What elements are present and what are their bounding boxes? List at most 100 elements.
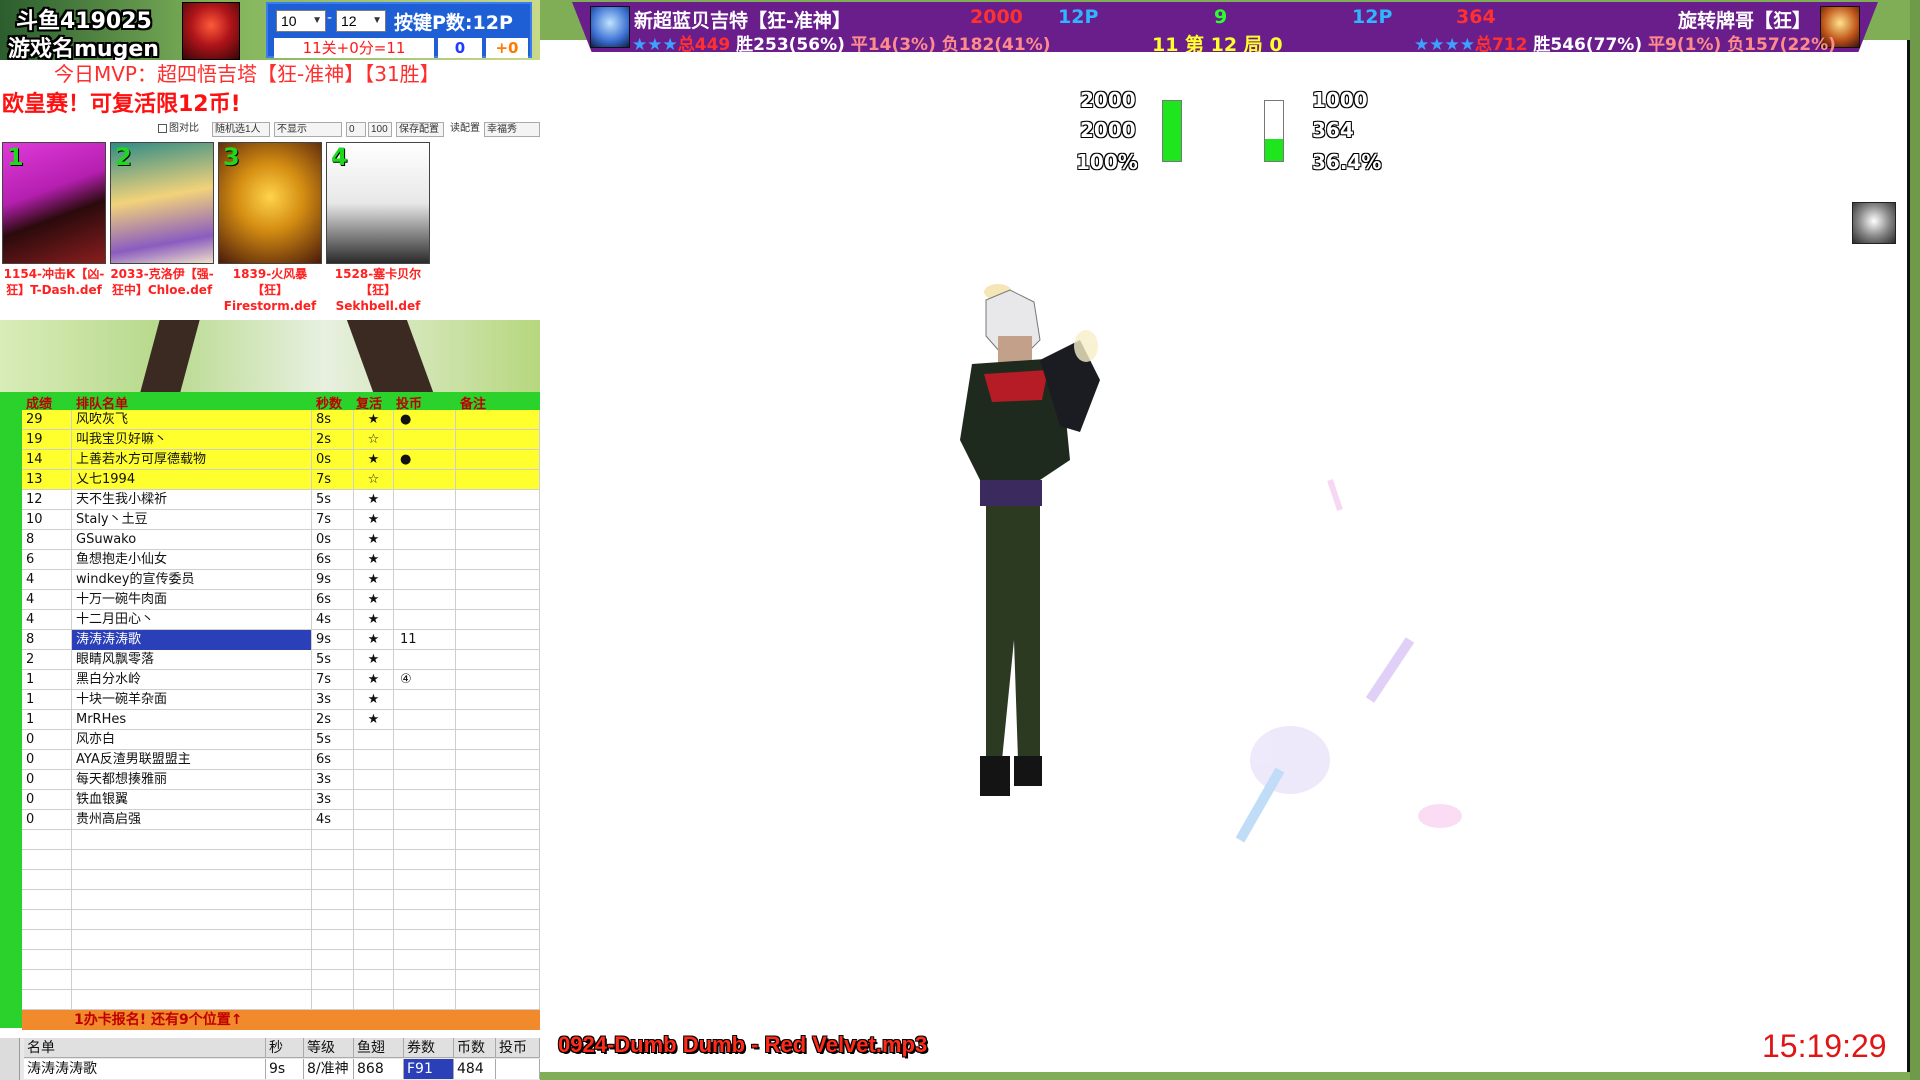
table-row[interactable]: 19 叫我宝贝好嘛丶 2s ☆ [22,430,540,450]
character-card[interactable]: 4 1528-塞卡贝尔【狂】Sekhbell.def [326,142,430,314]
queue-note [456,410,540,430]
empty-cell [354,950,394,970]
table-row[interactable]: 8 涛涛涛涛歌 9s ★ 11 [22,630,540,650]
queue-sec: 3s [312,690,354,710]
character-card[interactable]: 2 2033-克洛伊【强-狂中】Chloe.def [110,142,214,298]
queue-note [456,590,540,610]
queue-revive: ★ [354,550,394,570]
opponent-thumbnail [1852,202,1896,244]
display-select[interactable]: 不显示 [274,122,342,137]
random-select-button[interactable]: 随机选1人 [212,122,270,137]
table-row[interactable]: 0 AYA反渣男联盟盟主 6s [22,750,540,770]
queue-coin [394,770,456,790]
queue-note [456,730,540,750]
queue-revive: ★ [354,450,394,470]
table-row[interactable]: 13 乂七1994 7s ☆ [22,470,540,490]
character-portrait: 2 [110,142,214,264]
queue-note [456,810,540,830]
bt-value-ticket: F91 [404,1059,454,1079]
level-select-b[interactable]: 12 ▼ [336,10,386,32]
queue-sec: 6s [312,590,354,610]
queue-note [456,770,540,790]
character-card[interactable]: 3 1839-火风暴【狂】Firestorm.def [218,142,322,314]
table-row[interactable]: 12 天不生我小樑祈 5s ★ [22,490,540,510]
empty-cell [354,850,394,870]
empty-cell [354,930,394,950]
art-hair-left [140,320,200,392]
queue-score: 29 [22,410,72,430]
card-number: 2 [115,143,132,171]
display-select-value: 不显示 [277,124,307,135]
bottom-side-tab[interactable] [0,1038,20,1080]
queue-score: 4 [22,590,72,610]
table-row[interactable]: 1 黑白分水岭 7s ★ ④ [22,670,540,690]
empty-cell [354,990,394,1010]
table-row[interactable]: 29 风吹灰飞 8s ★ ● [22,410,540,430]
num-input-b[interactable]: 100 [368,122,392,137]
compare-checkbox[interactable]: 图对比 [156,122,201,137]
versus-bar: 新超蓝贝吉特【狂-准神】 2000 12P 9 12P 364 旋转牌哥【狂】 … [572,2,1878,52]
queue-revive [354,770,394,790]
level-info: 11关+0分=11 [274,38,434,58]
empty-row [22,930,540,950]
mvp-line: 今日MVP：超四悟吉塔【狂-准神】【31胜】 [0,60,540,88]
fighter-boot [1014,756,1042,786]
queue-revive [354,730,394,750]
table-row[interactable]: 14 上善若水方可厚德载物 0s ★ ● [22,450,540,470]
empty-cell [456,830,540,850]
current-player-table: 名单 秒 等级 鱼翅 券数 币数 投币 涛涛涛涛歌 9s 8/准神 868 F9… [0,1038,540,1080]
queue-name: 黑白分水岭 [72,670,312,690]
queue-note [456,750,540,770]
table-row[interactable]: 8 GSuwako 0s ★ [22,530,540,550]
empty-cell [394,970,456,990]
table-row[interactable]: 4 十二月田心丶 4s ★ [22,610,540,630]
compare-label: 图对比 [169,123,199,134]
card-caption: 1154-冲击K【凶-狂】T-Dash.def [3,267,105,297]
table-row[interactable]: 1 MrRHes 2s ★ [22,710,540,730]
queue-name: 铁血银翼 [72,790,312,810]
queue-sec: 8s [312,410,354,430]
table-row[interactable]: 6 鱼想抱走小仙女 6s ★ [22,550,540,570]
empty-cell [72,850,312,870]
save-config-button[interactable]: 保存配置 [396,122,444,137]
bt-header-name: 名单 [24,1038,266,1058]
queue-coin [394,570,456,590]
table-row[interactable]: 4 windkey的宣传委员 9s ★ [22,570,540,590]
table-row[interactable]: 10 Staly丶土豆 7s ★ [22,510,540,530]
chevron-down-icon: ▼ [312,15,322,26]
queue-revive: ☆ [354,470,394,490]
queue-sec: 9s [312,630,354,650]
read-config-label: 读配置 [450,123,480,134]
character-card[interactable]: 1 1154-冲击K【凶-狂】T-Dash.def [2,142,106,298]
player2-side: 12P [1352,6,1393,28]
queue-coin [394,430,456,450]
table-row[interactable]: 0 风亦白 5s [22,730,540,750]
table-row[interactable]: 1 十块一碗羊杂面 3s ★ [22,690,540,710]
queue-note [456,490,540,510]
empty-cell [456,890,540,910]
empty-cell [22,830,72,850]
table-row[interactable]: 2 眼睛风飘零落 5s ★ [22,650,540,670]
empty-cell [72,890,312,910]
empty-cell [456,870,540,890]
queue-score: 1 [22,710,72,730]
p2-hp-current: 364 [1312,118,1354,142]
queue-coin [394,610,456,630]
table-row[interactable]: 0 贵州高启强 4s [22,810,540,830]
level-select-a[interactable]: 10 ▼ [276,10,326,32]
queue-name: 涛涛涛涛歌 [72,630,312,650]
player2-name: 旋转牌哥【狂】 [1678,10,1812,32]
fighter-boot [980,756,1010,796]
range-dash: - [327,10,333,26]
table-row[interactable]: 0 每天都想揍雅丽 3s [22,770,540,790]
bt-value-level: 8/准神 [304,1059,354,1079]
empty-row [22,890,540,910]
queue-name: Staly丶土豆 [72,510,312,530]
table-row[interactable]: 0 铁血银翼 3s [22,790,540,810]
top-banner: 斗鱼419025 游戏名mugen 10 ▼ - 12 ▼ 按键P数:12P 11关… [0,0,540,62]
num-input-a[interactable]: 0 [346,122,366,137]
table-row[interactable]: 4 十万一碗牛肉面 6s ★ [22,590,540,610]
mode-select[interactable]: 幸福秀 [484,122,540,137]
queue-score: 0 [22,750,72,770]
fighter-pants [986,506,1040,760]
